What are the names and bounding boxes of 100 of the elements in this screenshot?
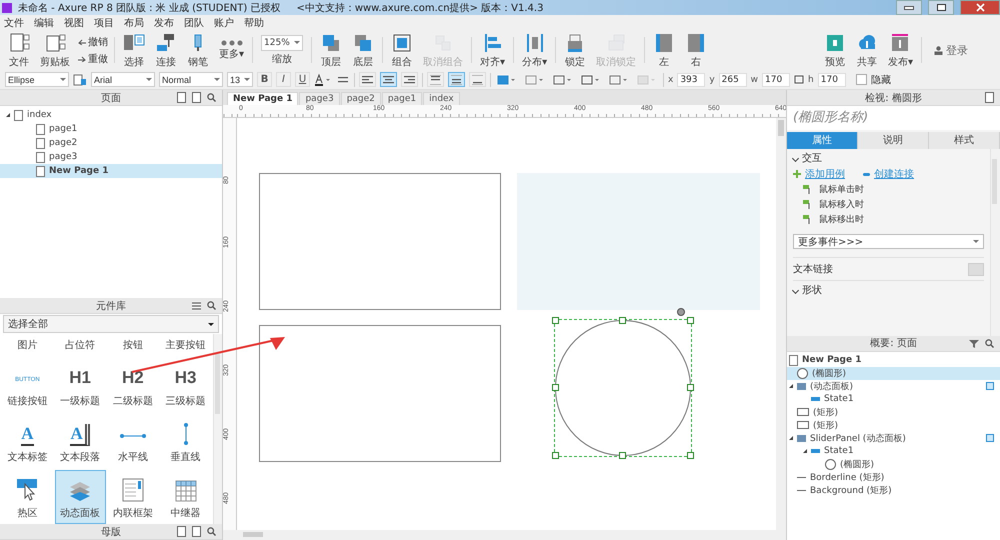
menu-item[interactable]: 布局: [124, 16, 144, 30]
toolbar-button[interactable]: 右: [683, 30, 710, 70]
inspector-tab[interactable]: 说明: [858, 132, 929, 149]
filter-icon[interactable]: [969, 338, 979, 348]
widget-item[interactable]: A 文本段落: [54, 414, 106, 468]
resize-handle[interactable]: [687, 384, 694, 391]
menu-item[interactable]: 视图: [64, 16, 84, 30]
add-master-icon[interactable]: [177, 526, 186, 537]
page-item[interactable]: page3: [0, 150, 222, 164]
widget-item[interactable]: 水平线: [108, 414, 158, 468]
resize-handle[interactable]: [552, 317, 559, 324]
text-align-button[interactable]: [380, 72, 397, 87]
coordinate-field[interactable]: 170: [818, 72, 846, 86]
toolbar-button[interactable]: 连接: [153, 30, 179, 70]
search-icon[interactable]: [207, 301, 216, 310]
search-icon[interactable]: [985, 338, 994, 348]
scrollbar[interactable]: [990, 149, 1000, 336]
widget-item[interactable]: H1 一级标题: [54, 358, 106, 412]
text-align-button[interactable]: [359, 72, 376, 87]
add-page-icon[interactable]: [177, 92, 186, 103]
more-events-dropdown[interactable]: 更多事件>>>: [793, 234, 984, 249]
outline-item[interactable]: Borderline (矩形): [787, 470, 1000, 484]
scrollbar[interactable]: [223, 530, 786, 540]
toolbar-button[interactable]: 对齐▾: [478, 30, 508, 70]
resize-handle[interactable]: [687, 452, 694, 459]
menu-icon[interactable]: [192, 302, 201, 310]
menu-item[interactable]: 帮助: [244, 16, 264, 30]
outline-item[interactable]: (椭圆形): [787, 366, 1000, 380]
close-button[interactable]: [960, 0, 1000, 15]
font-size-dropdown[interactable]: 13: [227, 72, 253, 87]
name-field[interactable]: (椭圆形名称): [787, 106, 1000, 130]
toolbar-button[interactable]: 锁定: [562, 30, 588, 70]
menu-item[interactable]: 发布: [154, 16, 174, 30]
menu-item[interactable]: 账户: [214, 16, 234, 30]
style-icon[interactable]: [73, 74, 87, 86]
coordinate-field[interactable]: 170: [762, 72, 790, 86]
toolbar-button[interactable]: 发布▾: [886, 30, 915, 70]
section-header[interactable]: 交互: [793, 151, 984, 165]
widget-item[interactable]: 按钮: [108, 334, 158, 356]
text-style-button[interactable]: I: [276, 72, 291, 87]
outline-item[interactable]: (矩形): [787, 418, 1000, 432]
widget-item[interactable]: 主要按钮: [160, 334, 211, 356]
scrollbar[interactable]: [776, 118, 786, 530]
vertical-align-button[interactable]: [427, 72, 444, 87]
zoom-dropdown[interactable]: 125%: [261, 34, 304, 50]
coordinate-field[interactable]: 265: [718, 72, 747, 86]
outline-item[interactable]: Background (矩形): [787, 484, 1000, 496]
toolbar-button[interactable]: 剪贴板: [38, 30, 72, 70]
menu-item[interactable]: 项目: [94, 16, 114, 30]
toolbar-button[interactable]: 重做: [78, 52, 108, 66]
widget-item[interactable]: H2 二级标题: [108, 358, 158, 412]
scrollbar[interactable]: [213, 334, 222, 524]
toolbar-button[interactable]: 撤销: [78, 34, 108, 48]
widget-item[interactable]: 内联框架: [108, 470, 158, 524]
resize-handle[interactable]: [619, 317, 626, 324]
inspector-tab[interactable]: 属性: [787, 132, 858, 149]
outline-item[interactable]: (矩形): [787, 406, 1000, 418]
outline-item[interactable]: New Page 1: [787, 354, 1000, 366]
page-tab[interactable]: index: [423, 92, 460, 105]
toolbar-button[interactable]: 钢笔: [185, 30, 211, 70]
resize-handle[interactable]: [687, 317, 694, 324]
page-item[interactable]: index: [0, 108, 222, 122]
hidden-checkbox[interactable]: [856, 74, 867, 85]
outline-item[interactable]: SliderPanel (动态面板): [787, 432, 1000, 444]
page-item[interactable]: page1: [0, 122, 222, 136]
toolbar-button[interactable]: 顶层: [318, 30, 344, 70]
outline-item[interactable]: (椭圆形): [787, 458, 1000, 470]
page-tab[interactable]: page1: [382, 92, 422, 105]
resize-handle[interactable]: [552, 452, 559, 459]
toolbar-button[interactable]: 文件: [6, 30, 32, 70]
toolbar-button[interactable]: 左: [651, 30, 678, 70]
widget-item[interactable]: 热区: [2, 470, 53, 524]
page-item[interactable]: page2: [0, 136, 222, 150]
resize-handle[interactable]: [552, 384, 559, 391]
widget-item[interactable]: 图片: [2, 334, 53, 356]
inspector-tab[interactable]: 样式: [929, 132, 1000, 149]
outline-item[interactable]: State1: [787, 392, 1000, 406]
menu-item[interactable]: 编辑: [34, 16, 54, 30]
event-item[interactable]: 鼠标移出时: [793, 213, 984, 226]
page-icon[interactable]: [985, 92, 994, 103]
lock-ratio-icon[interactable]: [794, 75, 804, 84]
maximize-button[interactable]: [928, 0, 954, 15]
widget-item[interactable]: A 文本标签: [2, 414, 53, 468]
toolbar-button[interactable]: 组合: [389, 30, 416, 70]
widget-type-dropdown[interactable]: Ellipse: [5, 72, 69, 87]
search-icon[interactable]: [207, 93, 216, 102]
font-color-icon[interactable]: [314, 72, 332, 86]
outline-item[interactable]: State1: [787, 444, 1000, 458]
toolbar-button[interactable]: 底层: [350, 30, 376, 70]
section-header[interactable]: 形状: [793, 283, 984, 297]
coordinate-field[interactable]: 393: [677, 72, 706, 86]
page-tab[interactable]: page2: [340, 92, 381, 105]
text-style-button[interactable]: U: [295, 72, 310, 87]
toolbar-button[interactable]: 分布▾: [520, 30, 550, 70]
menu-item[interactable]: 团队: [184, 16, 204, 30]
page-tab[interactable]: New Page 1: [227, 92, 298, 105]
rotate-handle[interactable]: [677, 308, 685, 316]
widget-item[interactable]: H3 三级标题: [160, 358, 211, 412]
widget-item[interactable]: 垂直线: [160, 414, 211, 468]
vertical-align-button[interactable]: [448, 72, 465, 87]
